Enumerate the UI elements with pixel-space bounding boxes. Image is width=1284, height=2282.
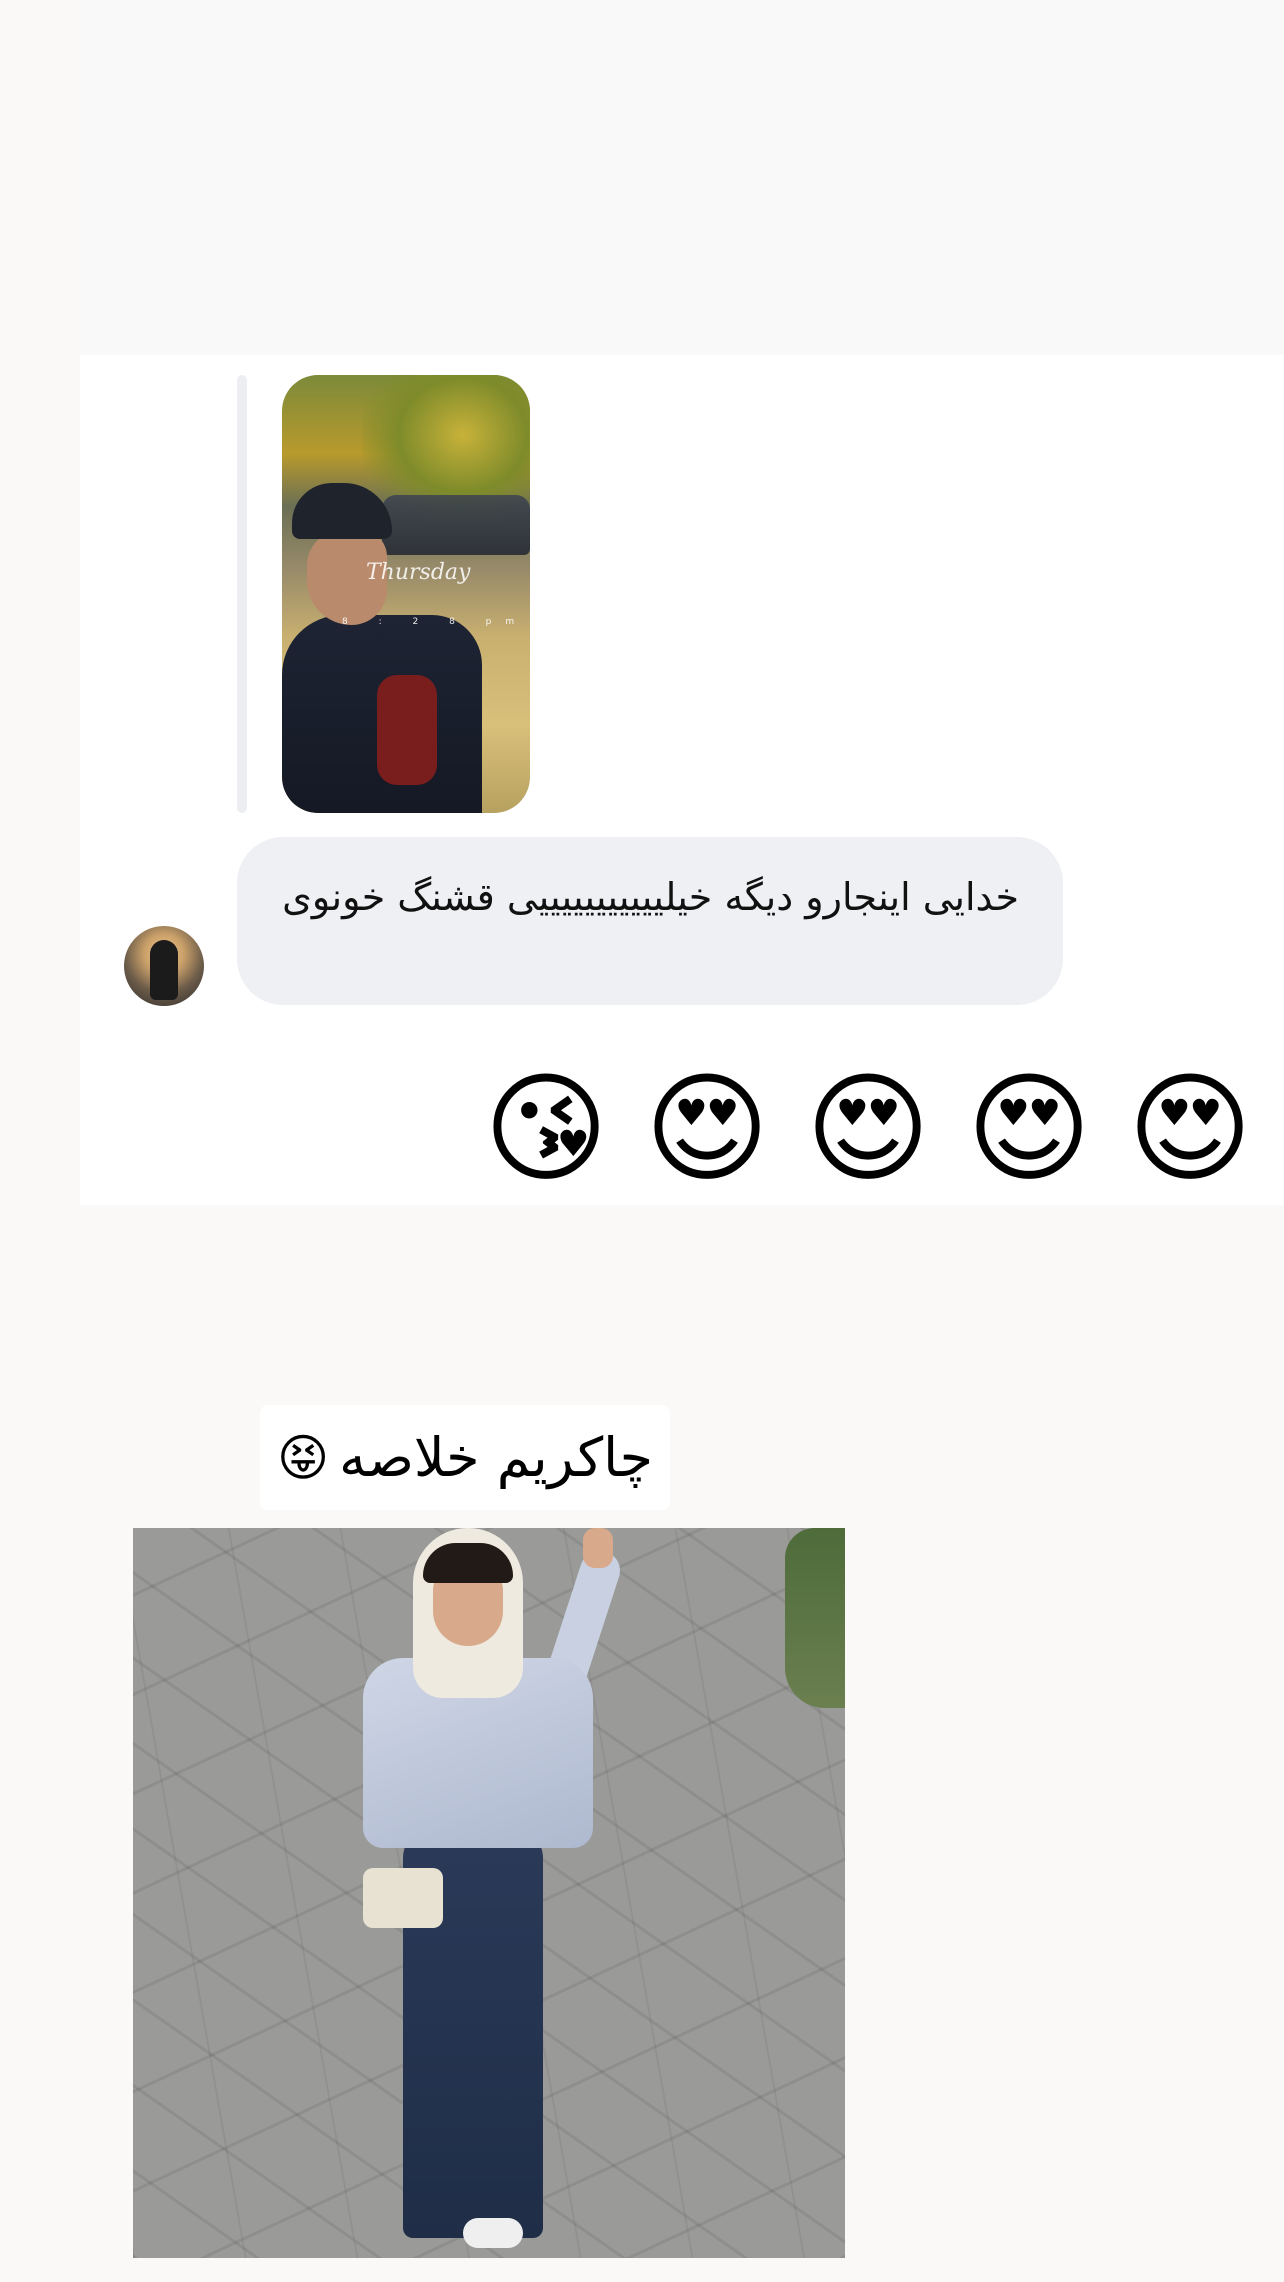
message-bubble[interactable]: خدایی اینجارو دیگه خیلیییییییییییی قشنگ … [237,837,1063,1005]
heart-eyes-emoji: 😍 [805,1060,931,1199]
photo-plant [785,1528,845,1708]
thumbnail-time: 8 : 2 8 pm [342,617,529,627]
story-reply-thumbnail[interactable]: Thursday 8 : 2 8 pm [282,375,530,813]
chat-screen: Thursday 8 : 2 8 pm خدایی اینجارو دیگه خ… [0,0,1284,2282]
heart-eyes-emoji: 😍 [966,1060,1092,1199]
avatar[interactable] [124,926,204,1006]
message-text: خدایی اینجارو دیگه خیلیییییییییییی قشنگ … [282,875,1019,919]
photo-person [283,1528,683,2258]
thumbnail-label: Thursday [366,560,471,585]
post-photo[interactable] [133,1528,845,2258]
top-blank-area [80,0,1284,355]
reaction-emoji-row: 😘 😍 😍 😍 😍 [478,1060,1258,1200]
post-caption: چاکریم خلاصه 😝 [260,1405,670,1510]
reply-indicator-bar [237,375,247,813]
kissing-face-emoji: 😘 [483,1060,609,1199]
heart-eyes-emoji: 😍 [1127,1060,1253,1199]
tongue-wink-emoji: 😝 [277,1428,330,1487]
caption-text: چاکریم خلاصه [339,1426,653,1489]
heart-eyes-emoji: 😍 [644,1060,770,1199]
